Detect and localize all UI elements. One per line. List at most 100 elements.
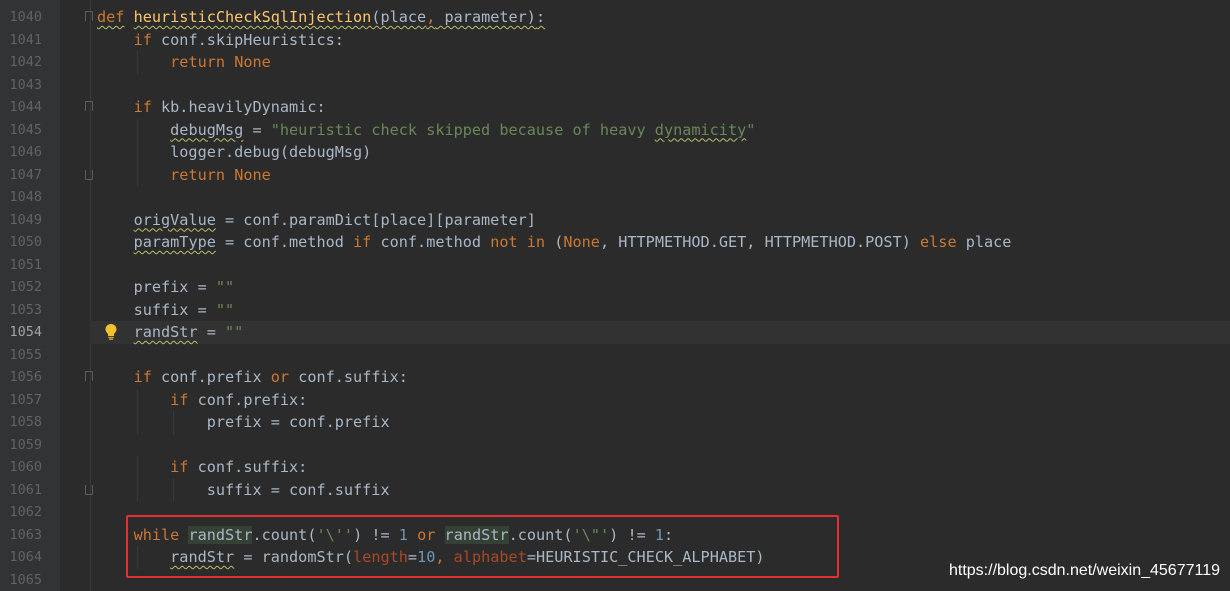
code-text: prefix = "" [97, 276, 235, 299]
code-line[interactable]: 1041 if conf.skipHeuristics: [9, 29, 1230, 52]
code-text: return None [97, 164, 271, 187]
code-token: None [234, 53, 271, 71]
code-line[interactable]: 1053 suffix = "" [9, 299, 1230, 322]
line-number: 1058 [9, 414, 42, 430]
fold-end-icon[interactable] [85, 484, 93, 495]
code-token: return [170, 165, 226, 184]
line-number: 1056 [9, 369, 42, 385]
code-text: paramType = conf.method if conf.method n… [97, 231, 1012, 254]
code-line[interactable]: 1055 [9, 344, 1230, 367]
code-text: debugMsg = "heuristic check skipped beca… [97, 119, 755, 142]
code-line[interactable]: 1042 return None [9, 51, 1230, 74]
code-line[interactable]: 1059 [9, 434, 1230, 457]
code-token: dynamicity [654, 120, 747, 139]
code-token: if [170, 458, 189, 476]
code-token: "" [215, 300, 235, 319]
code-token: = conf.paramDict[place][parameter] [215, 210, 536, 229]
code-line[interactable]: 1056 if conf.prefix or conf.suffix: [9, 366, 1230, 389]
code-text: randStr = "" [97, 321, 244, 344]
line-number: 1045 [9, 121, 42, 138]
code-line[interactable]: 1051 [9, 254, 1230, 277]
code-text: origValue = conf.paramDict[place][parame… [97, 209, 536, 232]
code-line[interactable]: 1048 [9, 186, 1230, 209]
code-token: origValue [133, 210, 216, 229]
code-line[interactable]: 1046 logger.debug(debugMsg) [9, 141, 1230, 164]
code-line[interactable]: 1049 origValue = conf.paramDict[place][p… [9, 209, 1230, 232]
indent-guide [136, 478, 138, 501]
code-text: if conf.prefix: [97, 389, 307, 412]
code-token: conf.method [371, 233, 491, 251]
line-number: 1054 [9, 324, 42, 340]
code-line[interactable]: 1052 prefix = "" [9, 276, 1230, 299]
code-text: suffix = "" [97, 299, 235, 322]
code-line[interactable]: 1043 [9, 74, 1230, 97]
highlight-box [126, 515, 839, 578]
fold-expand-icon[interactable] [85, 371, 93, 381]
code-text: prefix = conf.prefix [97, 411, 390, 434]
code-text: def heuristicCheckSqlInjection(place, pa… [97, 6, 545, 29]
code-token: if [353, 233, 372, 251]
line-number: 1046 [9, 144, 42, 160]
code-area[interactable]: 1040 def heuristicCheckSqlInjection(place… [9, 6, 1230, 591]
code-token: if [133, 368, 152, 386]
fold-strip [60, 0, 91, 591]
code-text: suffix = conf.suffix [97, 479, 390, 502]
code-token: return [170, 53, 226, 71]
line-number: 1050 [9, 234, 42, 250]
code-line[interactable]: 1045 debugMsg = "heuristic check skipped… [9, 118, 1230, 142]
code-token: not in [490, 233, 546, 251]
code-token: suffix = [97, 300, 216, 319]
code-token: prefix = conf.prefix [97, 413, 390, 431]
code-text: return None [97, 51, 271, 74]
line-number: 1064 [9, 549, 42, 565]
code-token: suffix = conf.suffix [97, 480, 390, 499]
code-token: else [920, 233, 957, 251]
line-number: 1048 [9, 189, 42, 205]
indent-guide [136, 456, 138, 479]
code-line[interactable]: 1060 if conf.suffix: [9, 456, 1230, 479]
code-line[interactable]: 1050 paramType = conf.method if conf.met… [9, 231, 1230, 254]
code-text: if kb.heavilyDynamic: [97, 96, 326, 119]
code-token: conf.prefix [151, 368, 271, 386]
code-token: randStr [133, 323, 198, 341]
code-editor[interactable]: 1040 def heuristicCheckSqlInjection(place… [0, 0, 1230, 591]
fold-expand-icon[interactable] [85, 101, 93, 111]
code-line[interactable]: 1054 randStr = "" [9, 321, 1230, 344]
indent-guide [173, 411, 175, 434]
code-line[interactable]: 1057 if conf.prefix: [9, 388, 1230, 412]
code-token: heuristicCheckSqlInjection [133, 8, 372, 26]
line-number: 1057 [9, 391, 42, 408]
indent-guide [136, 51, 138, 74]
line-number: 1043 [9, 76, 42, 93]
code-line[interactable]: 1044 if kb.heavilyDynamic: [9, 96, 1230, 119]
code-token: if [170, 390, 189, 409]
code-line[interactable]: 1047 return None [9, 163, 1230, 187]
code-line[interactable]: 1061 suffix = conf.suffix [9, 478, 1230, 502]
fold-end-icon[interactable] [85, 169, 93, 180]
line-number: 1051 [9, 256, 42, 273]
code-token: (place [371, 8, 427, 26]
fold-expand-icon[interactable] [85, 11, 93, 21]
code-token: or [270, 368, 290, 386]
code-token: = conf.method [215, 233, 354, 251]
code-token: if [133, 30, 152, 49]
indent-guide [173, 478, 175, 501]
indent-guide [136, 411, 138, 434]
code-text: if conf.skipHeuristics: [97, 29, 344, 52]
code-line[interactable]: 1040 def heuristicCheckSqlInjection(place… [9, 6, 1230, 29]
code-token: paramType [133, 233, 216, 251]
code-token: " [746, 120, 756, 139]
code-text: if conf.suffix: [97, 456, 307, 479]
line-number: 1052 [9, 279, 42, 295]
code-line[interactable]: 1058 prefix = conf.prefix [9, 411, 1230, 434]
